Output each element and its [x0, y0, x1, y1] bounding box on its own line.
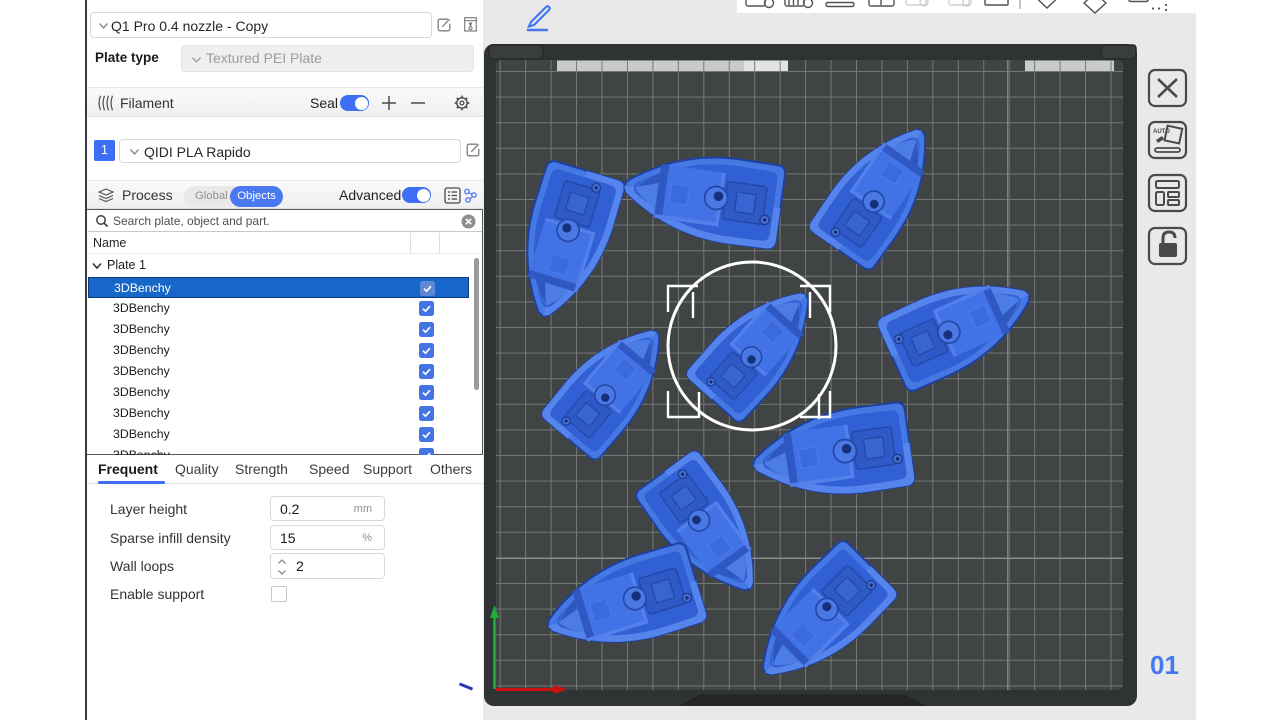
svg-text:AUTO: AUTO	[1153, 129, 1170, 135]
svg-text:01: 01	[1150, 650, 1179, 680]
